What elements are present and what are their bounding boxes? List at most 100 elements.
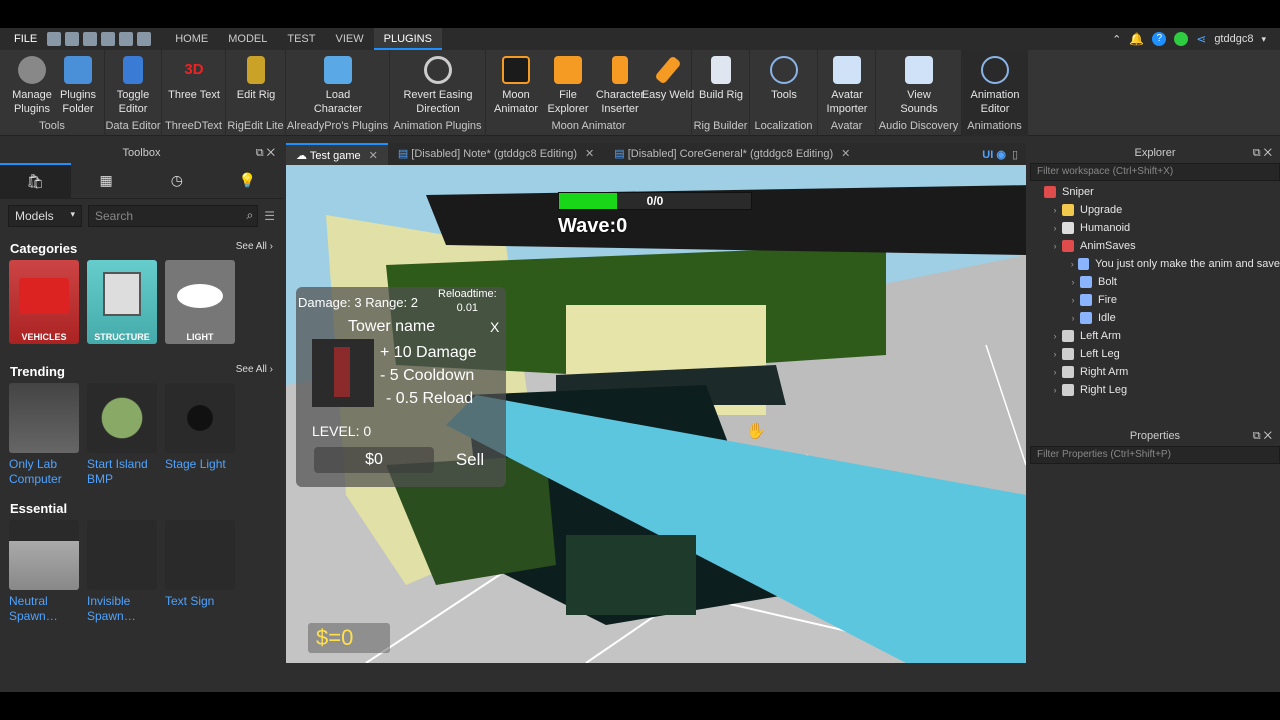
tree-item[interactable]: › Fire: [1030, 291, 1280, 309]
chevron-right-icon[interactable]: ›: [1048, 241, 1062, 251]
close-icon[interactable]: ✕: [841, 148, 850, 160]
share-icon[interactable]: ⋖: [1196, 32, 1206, 46]
chevron-down-icon[interactable]: ▾: [1261, 34, 1266, 45]
tab-label: Test game: [309, 150, 361, 162]
chevron-right-icon[interactable]: ›: [1066, 277, 1080, 287]
redo-icon[interactable]: [83, 32, 98, 46]
chevron-right-icon[interactable]: ›: [1048, 223, 1062, 233]
tree-item[interactable]: › Right Arm: [1030, 363, 1280, 381]
panel-controls[interactable]: ⧉ ✕: [1253, 426, 1272, 446]
panel-controls[interactable]: ⧉ ✕: [1253, 143, 1272, 163]
tree-item[interactable]: › You just only make the anim and save: [1030, 255, 1280, 273]
tab-test-game[interactable]: ☁ Test game ✕: [286, 143, 388, 165]
category-vehicles[interactable]: VEHICLES: [9, 260, 79, 344]
chevron-right-icon[interactable]: ›: [1048, 349, 1062, 359]
cursor-hand-icon: ✋: [746, 423, 766, 440]
tree-item[interactable]: › Upgrade: [1030, 201, 1280, 219]
username[interactable]: gtddgc8: [1214, 33, 1253, 45]
edit-rig-button[interactable]: Edit Rig: [228, 56, 284, 102]
keyframe-icon: [1078, 258, 1090, 270]
tree-item[interactable]: › Bolt: [1030, 273, 1280, 291]
search-input[interactable]: Search ⌕: [88, 205, 259, 227]
file-explorer-button[interactable]: File Explorer: [540, 56, 596, 116]
file-menu[interactable]: FILE: [0, 33, 47, 45]
tree-item[interactable]: › Left Arm: [1030, 327, 1280, 345]
tree-item[interactable]: › AnimSaves: [1030, 237, 1280, 255]
close-button[interactable]: X: [490, 319, 499, 335]
close-icon[interactable]: ✕: [369, 150, 378, 162]
tree-item[interactable]: › Left Leg: [1030, 345, 1280, 363]
tab-test[interactable]: TEST: [277, 28, 325, 50]
sell-button[interactable]: Sell: [444, 447, 496, 473]
ui-toggle[interactable]: UI ◉: [982, 148, 1012, 161]
see-all-link[interactable]: See All ›: [236, 364, 273, 379]
chevron-right-icon[interactable]: ›: [1048, 331, 1062, 341]
category-light[interactable]: LIGHT: [165, 260, 235, 344]
undo-icon[interactable]: [137, 32, 152, 46]
chevron-right-icon[interactable]: ›: [1066, 259, 1078, 269]
tree-item[interactable]: Sniper: [1030, 183, 1280, 201]
avatar-importer-button[interactable]: Avatar Importer: [819, 56, 875, 116]
see-all-link[interactable]: See All ›: [236, 241, 273, 256]
upgrade-buy-button[interactable]: $0: [314, 447, 434, 473]
explorer-filter-input[interactable]: Filter workspace (Ctrl+Shift+X): [1030, 163, 1280, 181]
list-item[interactable]: Invisible Spawn…: [87, 520, 157, 624]
moon-animator-button[interactable]: Moon Animator: [488, 56, 544, 116]
binoculars-icon[interactable]: [65, 32, 80, 46]
publish-icon[interactable]: [101, 32, 116, 46]
chevron-right-icon[interactable]: ›: [1048, 367, 1062, 377]
chevron-right-icon[interactable]: ›: [1048, 385, 1062, 395]
device-icon[interactable]: ▯: [1012, 148, 1026, 161]
view-sounds-button[interactable]: View Sounds: [891, 56, 947, 116]
filter-icon[interactable]: ☰: [264, 209, 275, 223]
easy-weld-button[interactable]: Easy Weld: [640, 55, 696, 102]
tower-thumbnail: [312, 339, 374, 407]
inventory-tab[interactable]: ▦: [71, 163, 142, 198]
revert-easing-button[interactable]: Revert Easing Direction: [396, 56, 480, 116]
creations-tab[interactable]: 💡: [212, 163, 283, 198]
list-item[interactable]: Start Island BMP: [87, 383, 157, 487]
tree-item[interactable]: › Humanoid: [1030, 219, 1280, 237]
tab-home[interactable]: HOME: [165, 28, 218, 50]
toggle-editor-button[interactable]: Toggle Editor: [105, 56, 161, 116]
tree-item[interactable]: › Idle: [1030, 309, 1280, 327]
tab-plugins[interactable]: PLUGINS: [373, 28, 442, 50]
chevron-right-icon[interactable]: ›: [1066, 295, 1080, 305]
database-icon: [123, 56, 143, 84]
save-icon[interactable]: [119, 32, 134, 46]
game-viewport[interactable]: 0/0 Wave:0 Damage: 3 Range: 2 Reloadtime…: [286, 165, 1026, 663]
list-item[interactable]: Neutral Spawn…: [9, 520, 79, 624]
tab-model[interactable]: MODEL: [218, 28, 277, 50]
category-structure[interactable]: STRUCTURE: [87, 260, 157, 344]
close-icon[interactable]: ✕: [585, 148, 594, 160]
chevron-right-icon[interactable]: ›: [1048, 205, 1062, 215]
panel-controls[interactable]: ⧉ ✕: [256, 143, 275, 163]
asset-type-select[interactable]: Models ▾: [8, 205, 82, 227]
chevron-up-icon[interactable]: ⌃: [1112, 33, 1121, 46]
localization-tools-button[interactable]: Tools: [756, 56, 812, 102]
list-item[interactable]: Stage Light: [165, 383, 235, 487]
tab-note-script[interactable]: ▤ [Disabled] Note* (gtddgc8 Editing) ✕: [388, 143, 604, 165]
toolbox-panel: Toolbox ⧉ ✕ 🛍 ▦ ◷ 💡 Models ▾ Search ⌕ ☰ Ca…: [0, 143, 283, 692]
tree-item[interactable]: › Right Leg: [1030, 381, 1280, 399]
animation-editor-button[interactable]: Animation Editor: [962, 56, 1028, 116]
properties-filter-input[interactable]: Filter Properties (Ctrl+Shift+P): [1030, 446, 1280, 464]
list-item[interactable]: Only Lab Computer: [9, 383, 79, 487]
status-icon[interactable]: [1174, 32, 1189, 46]
search-icon[interactable]: ⌕: [247, 208, 254, 223]
build-rig-button[interactable]: Build Rig: [693, 56, 749, 102]
recent-tab[interactable]: ◷: [142, 163, 213, 198]
notification-icon[interactable]: 🔔: [1129, 32, 1144, 46]
item-name: Stage Light: [165, 457, 226, 471]
three-text-button[interactable]: 3D Three Text: [166, 56, 222, 102]
new-file-icon[interactable]: [47, 32, 62, 46]
upgrade-cooldown: - 5 Cooldown: [380, 367, 475, 384]
marketplace-tab[interactable]: 🛍: [0, 163, 71, 198]
plugins-folder-button[interactable]: Plugins Folder: [50, 56, 106, 116]
list-item[interactable]: Text Sign: [165, 520, 235, 624]
tab-view[interactable]: VIEW: [325, 28, 373, 50]
chevron-right-icon[interactable]: ›: [1066, 313, 1080, 323]
tab-coregeneral-script[interactable]: ▤ [Disabled] CoreGeneral* (gtddgc8 Editi…: [604, 143, 860, 165]
help-icon[interactable]: ?: [1152, 32, 1167, 46]
load-character-button[interactable]: Load Character: [310, 56, 366, 116]
